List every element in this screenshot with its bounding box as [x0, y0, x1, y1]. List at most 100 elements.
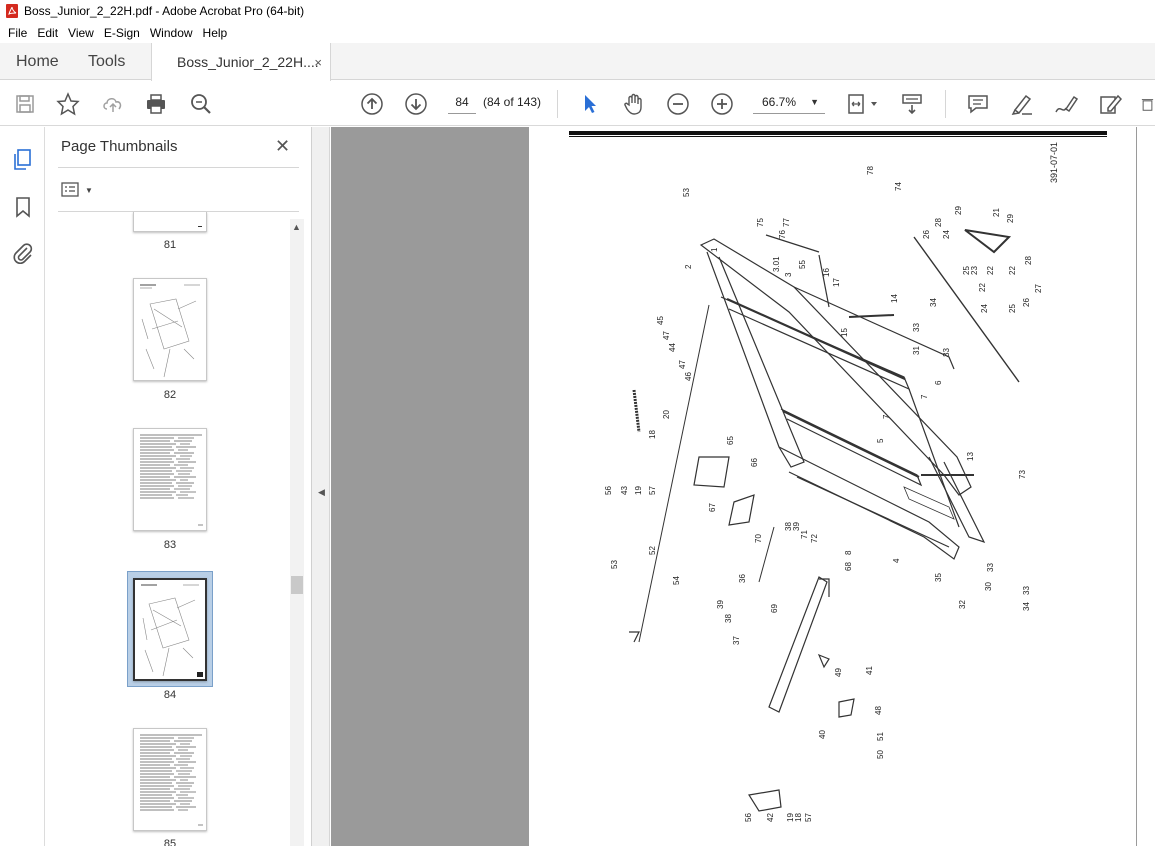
- svg-text:47: 47: [662, 331, 671, 340]
- svg-text:55: 55: [798, 260, 807, 269]
- scroll-mode-icon[interactable]: [899, 91, 925, 117]
- upload-icon[interactable]: [100, 91, 126, 117]
- svg-text:24: 24: [980, 304, 989, 313]
- svg-text:75: 75: [756, 218, 765, 227]
- document-viewport[interactable]: 391-07-01 53 78 74 75 77 76 3.01 3 55 16…: [331, 127, 1155, 846]
- select-arrow-icon[interactable]: [577, 91, 603, 117]
- svg-text:47: 47: [678, 360, 687, 369]
- svg-text:27: 27: [1034, 284, 1043, 293]
- pdf-page: 391-07-01 53 78 74 75 77 76 3.01 3 55 16…: [529, 127, 1136, 846]
- page-thumbnail-85[interactable]: [133, 728, 207, 831]
- svg-text:29: 29: [1006, 214, 1015, 223]
- svg-text:5: 5: [876, 438, 885, 443]
- thumbnail-options-button[interactable]: ▼: [61, 180, 97, 200]
- svg-text:18: 18: [648, 430, 657, 439]
- page-thumbnails-icon[interactable]: [10, 147, 36, 173]
- page-fit-icon[interactable]: [845, 91, 881, 117]
- zoom-in-icon[interactable]: [709, 91, 735, 117]
- save-icon[interactable]: [12, 91, 38, 117]
- comment-icon[interactable]: [965, 91, 991, 117]
- svg-text:3.01: 3.01: [772, 256, 781, 272]
- page-thumbnail-81[interactable]: [133, 212, 207, 232]
- menu-esign[interactable]: E-Sign: [99, 26, 145, 40]
- page-thumbnail-83[interactable]: [133, 428, 207, 531]
- menu-view[interactable]: View: [63, 26, 99, 40]
- svg-text:57: 57: [804, 813, 813, 822]
- zoom-value: 66.7%: [762, 95, 797, 109]
- svg-text:65: 65: [726, 436, 735, 445]
- svg-text:4: 4: [892, 558, 901, 563]
- collapse-panel-icon[interactable]: ◀: [318, 487, 325, 498]
- svg-text:46: 46: [684, 372, 693, 381]
- zoom-select[interactable]: 66.7% ▼: [753, 90, 825, 114]
- page-thumbnail-82[interactable]: [133, 278, 207, 381]
- svg-text:54: 54: [672, 576, 681, 585]
- svg-text:68: 68: [844, 562, 853, 571]
- toolbar-divider: [557, 90, 558, 118]
- menu-help[interactable]: Help: [198, 26, 233, 40]
- svg-text:36: 36: [738, 574, 747, 583]
- close-icon[interactable]: ✕: [275, 136, 290, 157]
- svg-text:51: 51: [876, 732, 885, 741]
- svg-text:52: 52: [648, 546, 657, 555]
- panel-splitter[interactable]: ◀: [312, 127, 330, 846]
- svg-text:77: 77: [782, 218, 791, 227]
- attachments-icon[interactable]: [10, 240, 36, 266]
- panel-divider: [58, 167, 299, 168]
- svg-text:23: 23: [970, 266, 979, 275]
- svg-text:30: 30: [984, 582, 993, 591]
- svg-text:33: 33: [1022, 586, 1031, 595]
- svg-text:34: 34: [929, 298, 938, 307]
- thumbnails-panel: Page Thumbnails ✕ ▼ 81 82 83 84 85 ▲: [45, 127, 312, 846]
- svg-text:41: 41: [865, 666, 874, 675]
- svg-text:16: 16: [822, 268, 831, 277]
- svg-text:53: 53: [682, 188, 691, 197]
- svg-text:38: 38: [724, 614, 733, 623]
- svg-text:42: 42: [766, 813, 775, 822]
- tab-document[interactable]: Boss_Junior_2_22H.... ×: [151, 43, 331, 81]
- bookmarks-icon[interactable]: [10, 194, 36, 220]
- svg-text:18: 18: [794, 813, 803, 822]
- menu-edit[interactable]: Edit: [32, 26, 63, 40]
- hand-tool-icon[interactable]: [621, 91, 647, 117]
- svg-text:31: 31: [912, 346, 921, 355]
- tab-close-icon[interactable]: ×: [314, 55, 322, 70]
- svg-text:39: 39: [716, 600, 725, 609]
- svg-text:34: 34: [1022, 602, 1031, 611]
- window-title: Boss_Junior_2_22H.pdf - Adobe Acrobat Pr…: [24, 4, 305, 18]
- menu-file[interactable]: File: [3, 26, 32, 40]
- acrobat-pdf-icon: [6, 4, 18, 18]
- svg-text:49: 49: [834, 668, 843, 677]
- print-icon[interactable]: [143, 91, 169, 117]
- svg-text:33: 33: [912, 323, 921, 332]
- svg-text:69: 69: [770, 604, 779, 613]
- search-zoom-icon[interactable]: [188, 91, 214, 117]
- next-page-icon[interactable]: [403, 91, 429, 117]
- svg-text:37: 37: [732, 636, 741, 645]
- scrollbar-thumb[interactable]: [291, 576, 303, 594]
- thumbnail-label-84: 84: [163, 689, 177, 701]
- thumbnail-scrollbar[interactable]: ▲: [290, 219, 304, 846]
- svg-text:21: 21: [992, 208, 1001, 217]
- bookmark-star-icon[interactable]: [55, 91, 81, 117]
- menu-window[interactable]: Window: [145, 26, 198, 40]
- zoom-out-icon[interactable]: [665, 91, 691, 117]
- page-number-input[interactable]: 84: [448, 90, 476, 114]
- highlight-icon[interactable]: [1009, 91, 1035, 117]
- page-thumbnail-84[interactable]: [133, 578, 207, 681]
- scroll-up-icon[interactable]: ▲: [292, 222, 301, 232]
- svg-text:28: 28: [934, 218, 943, 227]
- tab-tools[interactable]: Tools: [88, 43, 125, 80]
- sign-icon[interactable]: [1053, 91, 1079, 117]
- svg-text:66: 66: [750, 458, 759, 467]
- svg-text:50: 50: [876, 750, 885, 759]
- svg-text:74: 74: [894, 182, 903, 191]
- left-rail: [0, 127, 45, 846]
- tab-home[interactable]: Home: [16, 43, 59, 80]
- svg-text:8: 8: [844, 550, 853, 555]
- edit-icon[interactable]: [1097, 91, 1123, 117]
- thumbnail-label-85: 85: [163, 838, 177, 846]
- delete-icon[interactable]: [1140, 91, 1155, 117]
- prev-page-icon[interactable]: [359, 91, 385, 117]
- thumbnail-label-83: 83: [163, 539, 177, 551]
